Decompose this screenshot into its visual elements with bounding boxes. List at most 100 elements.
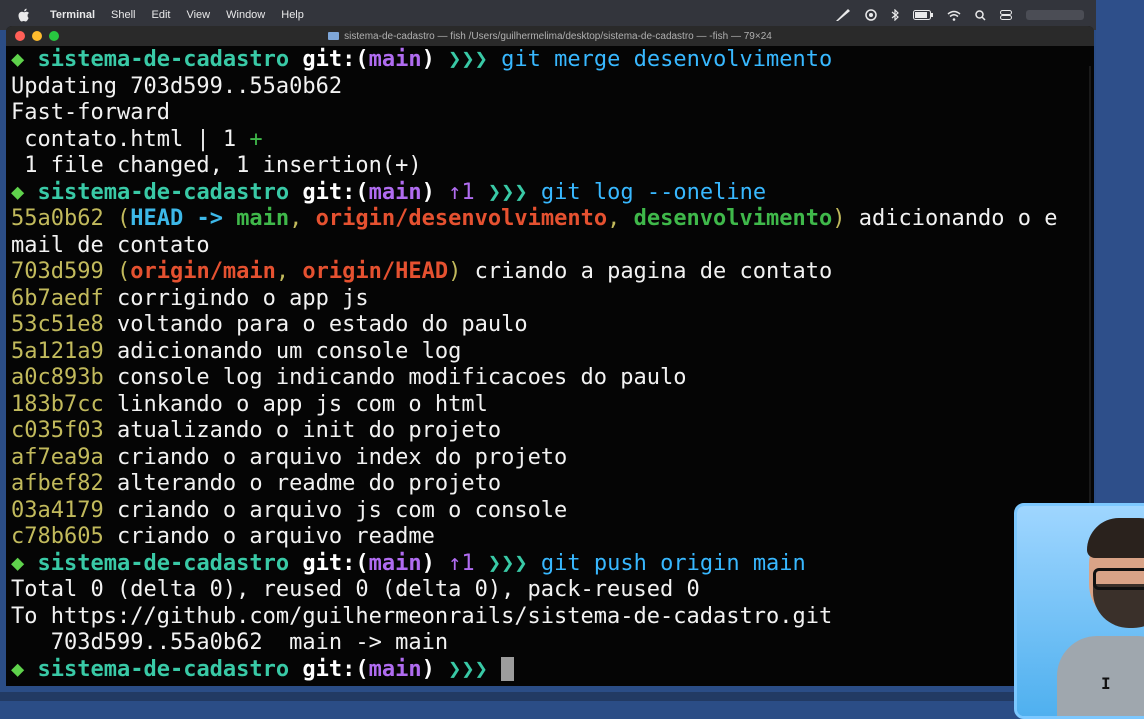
- prompt-diamond-icon: ◆: [11, 47, 25, 72]
- prompt-line: ◆ sistema-de-cadastro git:(main) ↑1 ❯❯❯ …: [11, 551, 1094, 578]
- prompt-ahead-count: ↑1: [448, 179, 475, 205]
- log-line: 55a0b62 (HEAD -> main, origin/desenvolvi…: [11, 206, 1094, 233]
- prompt-arrows: ❯❯❯: [448, 656, 488, 682]
- folder-icon: [328, 32, 340, 40]
- ref-remote-dev: origin/desenvolvimento: [315, 206, 608, 231]
- output-line: Updating 703d599..55a0b62: [11, 73, 343, 99]
- command-text: git push origin main: [540, 550, 806, 576]
- ref-close: ): [832, 206, 846, 231]
- minimize-button[interactable]: [32, 31, 42, 41]
- log-line: c78b605 criando o arquivo readme: [11, 524, 1094, 551]
- prompt-line: ◆ sistema-de-cadastro git:(main) ❯❯❯ git…: [11, 47, 1094, 74]
- ref-close: ): [448, 259, 462, 284]
- ref-sep: ,: [289, 206, 316, 231]
- log-line: 5a121a9 adicionando um console log: [11, 339, 1094, 366]
- log-line: 703d599 (origin/main, origin/HEAD) crian…: [11, 259, 1094, 286]
- commit-hash: 183b7cc: [11, 391, 104, 417]
- title-bar[interactable]: sistema-de-cadastro — fish /Users/guilhe…: [6, 26, 1094, 46]
- diffstat-plus: +: [249, 126, 263, 152]
- menu-window[interactable]: Window: [226, 9, 265, 21]
- dock-edge: [0, 692, 1144, 701]
- pen-icon[interactable]: [835, 8, 851, 22]
- prompt-line-current: ◆ sistema-de-cadastro git:(main) ❯❯❯: [11, 656, 1094, 684]
- output-line: Total 0 (delta 0), reused 0 (delta 0), p…: [11, 577, 700, 602]
- commit-hash: 5a121a9: [11, 338, 104, 364]
- commit-hash: 6b7aedf: [11, 285, 104, 311]
- menu-view[interactable]: View: [186, 9, 210, 21]
- prompt-branch: main: [368, 47, 422, 72]
- prompt-git-close: ): [421, 179, 435, 205]
- menu-help[interactable]: Help: [281, 9, 304, 21]
- output-line: 1 file changed, 1 insertion(+): [11, 153, 422, 178]
- commit-hash: 703d599: [11, 259, 104, 284]
- prompt-diamond-icon: ◆: [11, 179, 25, 205]
- prompt-arrows: ❯❯❯: [487, 179, 528, 205]
- ref-open: (: [103, 259, 131, 284]
- output-line: contato.html | 1 +: [11, 127, 1094, 154]
- ref-open: (: [103, 206, 131, 231]
- prompt-branch: main: [368, 656, 422, 682]
- prompt-git-close: ): [421, 656, 435, 682]
- log-line: af7ea9a criando o arquivo index do proje…: [11, 445, 1094, 472]
- commit-hash: 55a0b62: [11, 206, 104, 231]
- clock[interactable]: [1026, 10, 1084, 20]
- wifi-icon[interactable]: [947, 10, 961, 21]
- search-icon[interactable]: [975, 9, 986, 21]
- ref-local-main: main: [236, 206, 290, 231]
- prompt-dir: sistema-de-cadastro: [37, 47, 290, 72]
- log-line: c035f03 atualizando o init do projeto: [11, 418, 1094, 445]
- commit-message: alterando o readme do projeto: [103, 471, 502, 496]
- prompt-branch: main: [368, 179, 422, 205]
- prompt-git-close: ): [421, 550, 435, 576]
- log-line: 6b7aedf corrigindo o app js: [11, 286, 1094, 313]
- ref-head: HEAD ->: [130, 206, 237, 231]
- output-line: 703d599..55a0b62 main -> main: [11, 630, 449, 655]
- window-title: sistema-de-cadastro — fish /Users/guilhe…: [344, 30, 772, 42]
- bluetooth-icon[interactable]: [891, 9, 899, 21]
- log-line: 53c51e8 voltando para o estado do paulo: [11, 312, 1094, 339]
- commit-message: criando a pagina de contato: [461, 259, 833, 284]
- log-line-wrap: mail de contato: [11, 232, 210, 258]
- ref-sep: ,: [607, 206, 634, 231]
- log-line: a0c893b console log indicando modificaco…: [11, 365, 1094, 392]
- control-center-icon[interactable]: [1000, 10, 1012, 20]
- output-line: Fast-forward: [11, 100, 170, 125]
- commit-message: criando o arquivo js com o console: [103, 497, 568, 523]
- presenter-glasses: [1093, 568, 1144, 590]
- shirt-text: I: [1101, 674, 1111, 693]
- log-line: afbef82 alterando o readme do projeto: [11, 471, 1094, 498]
- commit-hash: c78b605: [11, 524, 104, 549]
- terminal-content[interactable]: ◆ sistema-de-cadastro git:(main) ❯❯❯ git…: [11, 46, 1094, 686]
- commit-message: criando o arquivo index do projeto: [103, 444, 568, 470]
- menu-shell[interactable]: Shell: [111, 9, 135, 21]
- ref-local-dev: desenvolvimento: [633, 206, 833, 231]
- commit-hash: 03a4179: [11, 497, 104, 523]
- prompt-diamond-icon: ◆: [11, 656, 25, 682]
- prompt-git-close: ): [421, 47, 435, 72]
- zoom-button[interactable]: [49, 31, 59, 41]
- prompt-dir: sistema-de-cadastro: [37, 656, 290, 682]
- ref-remote-main: origin/main: [130, 259, 276, 284]
- vpn-icon[interactable]: [865, 9, 877, 21]
- prompt-git-open: git:(: [302, 550, 369, 576]
- log-line: 03a4179 criando o arquivo js com o conso…: [11, 498, 1094, 525]
- battery-icon[interactable]: [913, 10, 933, 20]
- menu-edit[interactable]: Edit: [152, 9, 171, 21]
- prompt-diamond-icon: ◆: [11, 550, 25, 576]
- commit-hash: 53c51e8: [11, 312, 104, 337]
- commit-hash: afbef82: [11, 471, 104, 496]
- commit-message: linkando o app js com o html: [103, 391, 488, 417]
- close-button[interactable]: [15, 31, 25, 41]
- output-line: To https://github.com/guilhermeonrails/s…: [11, 603, 833, 629]
- ref-remote-head: origin/HEAD: [302, 259, 449, 284]
- menu-app-terminal[interactable]: Terminal: [50, 9, 95, 21]
- prompt-git-open: git:(: [302, 179, 369, 205]
- commit-message: criando o arquivo readme: [103, 524, 435, 549]
- commit-message: voltando para o estado do paulo: [103, 312, 528, 337]
- prompt-line: ◆ sistema-de-cadastro git:(main) ↑1 ❯❯❯ …: [11, 180, 1094, 207]
- prompt-branch: main: [368, 550, 422, 576]
- commit-message: corrigindo o app js: [103, 285, 369, 311]
- command-text: git log --oneline: [540, 179, 767, 205]
- apple-icon[interactable]: [18, 8, 36, 22]
- text-cursor[interactable]: [501, 656, 515, 681]
